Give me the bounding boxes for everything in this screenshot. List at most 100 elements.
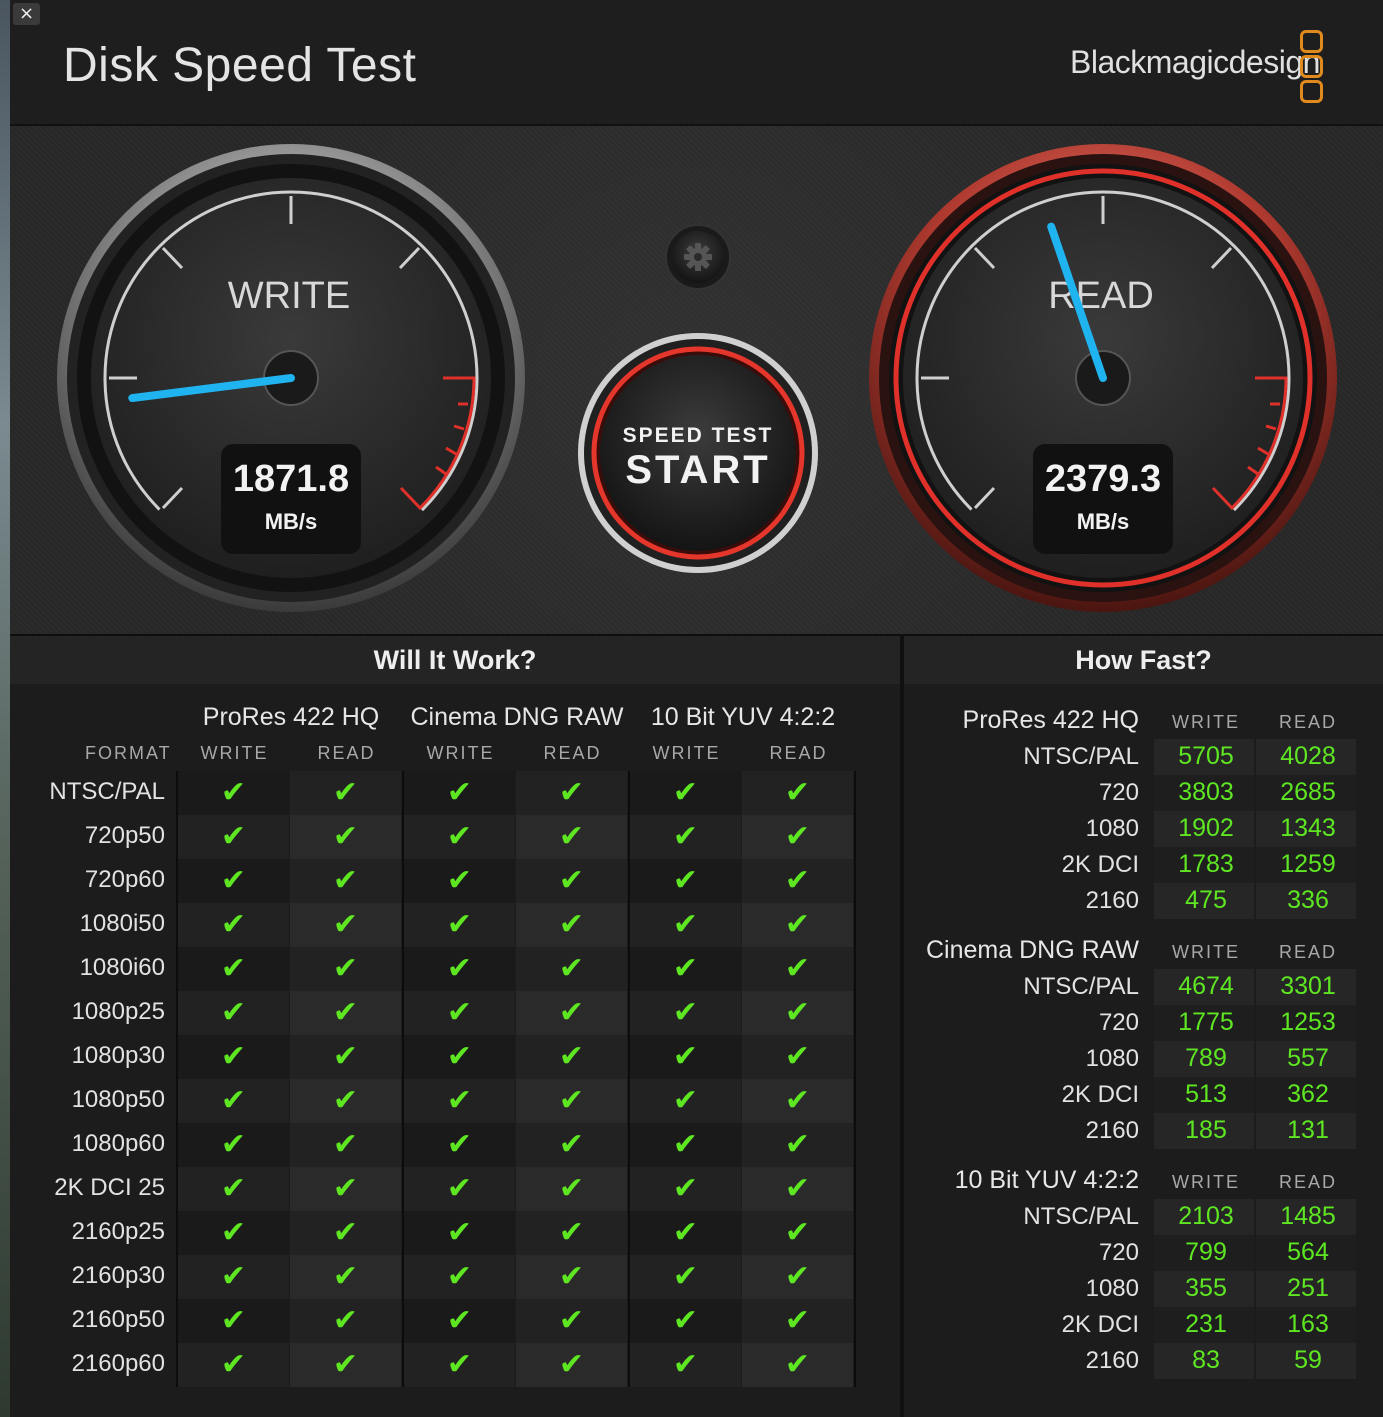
check-icon: ✔ xyxy=(672,1171,699,1206)
desktop-background-strip xyxy=(0,0,10,1417)
table-column-divider xyxy=(628,771,630,1387)
compatibility-cell: ✔ xyxy=(290,947,401,991)
check-icon: ✔ xyxy=(446,1039,473,1074)
compatibility-cell: ✔ xyxy=(404,1079,515,1123)
check-icon: ✔ xyxy=(558,1127,585,1162)
check-icon: ✔ xyxy=(784,1215,811,1250)
write-fps-value: 231 xyxy=(1185,1310,1227,1338)
write-column-header: WRITE xyxy=(652,743,721,763)
format-group-header: 10 Bit YUV 4:2:2 xyxy=(650,703,836,731)
check-icon: ✔ xyxy=(672,1127,699,1162)
check-icon: ✔ xyxy=(220,1171,247,1206)
write-column-header: WRITE xyxy=(200,743,269,763)
format-row-label: NTSC/PAL xyxy=(49,778,165,805)
check-icon: ✔ xyxy=(220,819,247,854)
read-fps-value: 1343 xyxy=(1280,814,1336,842)
speed-group-header: Cinema DNG RAW xyxy=(926,936,1139,964)
check-icon: ✔ xyxy=(220,995,247,1030)
check-icon: ✔ xyxy=(332,1303,359,1338)
check-icon: ✔ xyxy=(332,819,359,854)
check-icon: ✔ xyxy=(446,1171,473,1206)
compatibility-cell: ✔ xyxy=(178,947,289,991)
read-fps-value: 336 xyxy=(1287,886,1329,914)
close-button[interactable]: × xyxy=(13,3,40,25)
check-icon: ✔ xyxy=(332,907,359,942)
compatibility-cell: ✔ xyxy=(516,859,627,903)
check-icon: ✔ xyxy=(332,1259,359,1294)
check-icon: ✔ xyxy=(784,1083,811,1118)
compatibility-cell: ✔ xyxy=(516,991,627,1035)
start-button-label[interactable]: START xyxy=(598,448,798,493)
check-icon: ✔ xyxy=(784,863,811,898)
compatibility-cell: ✔ xyxy=(290,1167,401,1211)
read-speed-unit: MB/s xyxy=(1076,509,1130,534)
compatibility-cell: ✔ xyxy=(742,947,853,991)
compatibility-cell: ✔ xyxy=(516,1299,627,1343)
check-icon: ✔ xyxy=(332,1127,359,1162)
compatibility-cell: ✔ xyxy=(630,1167,741,1211)
compatibility-cell: ✔ xyxy=(516,1079,627,1123)
check-icon: ✔ xyxy=(220,775,247,810)
table-column-divider xyxy=(402,771,404,1387)
compatibility-cell: ✔ xyxy=(404,815,515,859)
format-row-label: 1080i60 xyxy=(79,954,165,981)
compatibility-cell: ✔ xyxy=(630,1211,741,1255)
check-icon: ✔ xyxy=(446,1303,473,1338)
check-icon: ✔ xyxy=(672,819,699,854)
check-icon: ✔ xyxy=(220,1215,247,1250)
format-column-header: FORMAT xyxy=(85,743,172,763)
compatibility-cell: ✔ xyxy=(404,1035,515,1079)
format-row-label: 1080p60 xyxy=(71,1130,165,1157)
how-fast-header: How Fast? xyxy=(904,636,1383,684)
compatibility-cell: ✔ xyxy=(178,859,289,903)
compatibility-cell: ✔ xyxy=(742,1255,853,1299)
write-fps-value: 799 xyxy=(1185,1238,1227,1266)
gauge-panel: WRITE READ 1871.8 MB/s 2379.3 MB/s SPEED… xyxy=(10,126,1383,636)
start-button-caption[interactable]: SPEED TEST xyxy=(598,424,798,448)
format-row-label: 720p50 xyxy=(84,822,165,849)
write-speed-header: WRITE xyxy=(1172,1172,1240,1192)
check-icon: ✔ xyxy=(332,1215,359,1250)
format-group-header: ProRes 422 HQ xyxy=(202,703,380,731)
check-icon: ✔ xyxy=(220,1039,247,1074)
will-it-work-header: Will It Work? xyxy=(10,636,900,684)
write-fps-value: 355 xyxy=(1185,1274,1227,1302)
check-icon: ✔ xyxy=(672,1347,699,1382)
gear-icon xyxy=(684,243,712,271)
check-icon: ✔ xyxy=(332,995,359,1030)
check-icon: ✔ xyxy=(784,1171,811,1206)
read-speed-header: READ xyxy=(1278,1172,1337,1192)
check-icon: ✔ xyxy=(558,1215,585,1250)
compatibility-cell: ✔ xyxy=(742,1167,853,1211)
compatibility-cell: ✔ xyxy=(630,991,741,1035)
compatibility-cell: ✔ xyxy=(290,815,401,859)
write-speed-unit: MB/s xyxy=(264,509,318,534)
compatibility-cell: ✔ xyxy=(178,771,289,815)
resolution-label: 2160 xyxy=(1085,1117,1139,1144)
read-fps-value: 2685 xyxy=(1280,778,1336,806)
check-icon: ✔ xyxy=(446,907,473,942)
check-icon: ✔ xyxy=(672,1083,699,1118)
compatibility-cell: ✔ xyxy=(742,815,853,859)
compatibility-cell: ✔ xyxy=(630,1123,741,1167)
check-icon: ✔ xyxy=(784,819,811,854)
compatibility-cell: ✔ xyxy=(290,1299,401,1343)
compatibility-cell: ✔ xyxy=(404,1343,515,1387)
check-icon: ✔ xyxy=(558,1303,585,1338)
compatibility-cell: ✔ xyxy=(516,1343,627,1387)
compatibility-cell: ✔ xyxy=(290,859,401,903)
compatibility-cell: ✔ xyxy=(290,771,401,815)
settings-button[interactable] xyxy=(665,224,731,290)
logo-square-icon xyxy=(1300,30,1323,53)
compatibility-cell: ✔ xyxy=(404,1299,515,1343)
compatibility-cell: ✔ xyxy=(290,1035,401,1079)
compatibility-cell: ✔ xyxy=(290,1123,401,1167)
compatibility-cell: ✔ xyxy=(404,903,515,947)
resolution-label: 720 xyxy=(1098,1009,1139,1036)
check-icon: ✔ xyxy=(784,1039,811,1074)
compatibility-cell: ✔ xyxy=(630,771,741,815)
check-icon: ✔ xyxy=(558,1259,585,1294)
check-icon: ✔ xyxy=(784,1259,811,1294)
check-icon: ✔ xyxy=(332,1039,359,1074)
check-icon: ✔ xyxy=(220,1083,247,1118)
